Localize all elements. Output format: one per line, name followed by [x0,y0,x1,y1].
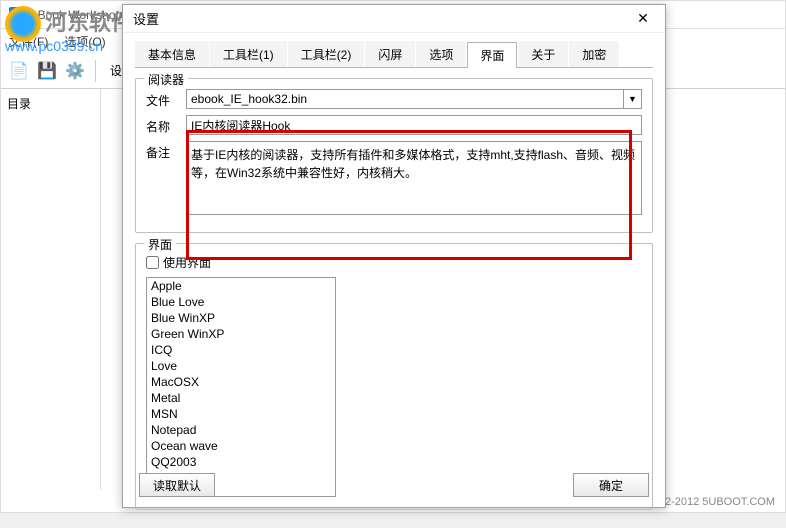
tab-选项[interactable]: 选项 [416,41,466,67]
ok-button[interactable]: 确定 [573,473,649,497]
ui-group-title: 界面 [144,236,176,253]
theme-listbox[interactable]: AppleBlue LoveBlue WinXPGreen WinXPICQLo… [146,277,336,497]
sidebar: 目录 [1,89,101,490]
read-default-button[interactable]: 读取默认 [139,473,215,497]
name-input[interactable] [186,115,642,135]
dialog-body: 基本信息工具栏(1)工具栏(2)闪屏选项界面关于加密 阅读器 文件 ▼ 名称 备… [123,33,665,528]
list-item[interactable]: Blue Love [147,294,335,310]
name-label: 名称 [146,115,186,135]
list-item[interactable]: QQ2003 [147,454,335,470]
settings-dialog: 设置 ✕ 基本信息工具栏(1)工具栏(2)闪屏选项界面关于加密 阅读器 文件 ▼… [122,4,666,508]
menu-options[interactable]: 选项(O) [64,33,105,50]
remark-textarea[interactable]: 基于IE内核的阅读器，支持所有插件和多媒体格式，支持mht,支持flash、音频… [186,141,642,215]
tab-界面[interactable]: 界面 [467,42,517,68]
sidebar-title: 目录 [7,95,94,112]
toolbar-settings-icon[interactable]: ⚙️ [63,59,87,83]
toolbar-save-icon[interactable]: 💾 [35,59,59,83]
list-item[interactable]: Green WinXP [147,326,335,342]
dialog-titlebar: 设置 ✕ [123,5,665,33]
use-ui-checkbox[interactable] [146,256,159,269]
tab-bar: 基本信息工具栏(1)工具栏(2)闪屏选项界面关于加密 [135,41,653,68]
tab-闪屏[interactable]: 闪屏 [365,41,415,67]
file-combobox[interactable] [186,89,624,109]
list-item[interactable]: Notepad [147,422,335,438]
menu-file[interactable]: 文件(F) [9,33,48,50]
tab-关于[interactable]: 关于 [518,41,568,67]
list-item[interactable]: MacOSX [147,374,335,390]
remark-label: 备注 [146,141,186,161]
reader-groupbox: 阅读器 文件 ▼ 名称 备注 基于IE内核的阅读器，支持所有插件和多媒体格式，支… [135,78,653,233]
app-icon [9,7,25,23]
tab-加密[interactable]: 加密 [569,41,619,67]
list-item[interactable]: Ocean wave [147,438,335,454]
tab-工具栏(2)[interactable]: 工具栏(2) [288,41,365,67]
tab-基本信息[interactable]: 基本信息 [135,41,209,67]
toolbar-separator [95,60,96,82]
list-item[interactable]: ICQ [147,342,335,358]
list-item[interactable]: MSN [147,406,335,422]
ui-groupbox: 界面 使用界面 AppleBlue LoveBlue WinXPGreen Wi… [135,243,653,510]
reader-group-title: 阅读器 [144,71,188,88]
list-item[interactable]: Apple [147,278,335,294]
close-icon[interactable]: ✕ [627,8,659,30]
list-item[interactable]: Metal [147,390,335,406]
list-item[interactable]: Love [147,358,335,374]
chevron-down-icon[interactable]: ▼ [624,89,642,109]
dialog-buttons: 读取默认 确定 [123,473,665,497]
toolbar-new-icon[interactable]: 📄 [7,59,31,83]
file-label: 文件 [146,89,186,109]
dialog-title: 设置 [133,9,159,28]
tab-工具栏(1)[interactable]: 工具栏(1) [210,41,287,67]
list-item[interactable]: Blue WinXP [147,310,335,326]
use-ui-label: 使用界面 [163,254,211,271]
